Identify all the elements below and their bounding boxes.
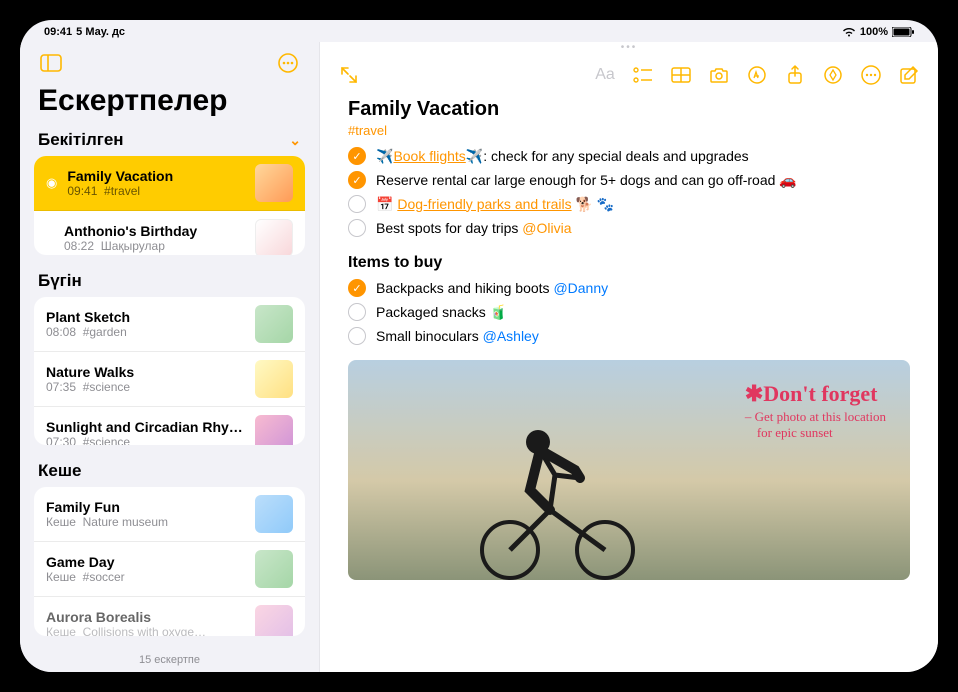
- checklist-item[interactable]: Small binoculars @Ashley: [348, 324, 910, 348]
- more-icon[interactable]: [856, 60, 886, 90]
- note-sub: 08:08 #garden: [46, 325, 245, 339]
- note-title: Aurora Borealis: [46, 609, 245, 625]
- note-title: Sunlight and Circadian Rhy…: [46, 419, 245, 435]
- note-sub: 07:35 #science: [46, 380, 245, 394]
- note-thumbnail: [255, 605, 293, 636]
- note-thumbnail: [255, 495, 293, 533]
- section-yesterday-header[interactable]: Кеше: [20, 457, 319, 483]
- note-item-family-vacation[interactable]: ◉ Family Vacation 09:41 #travel: [34, 156, 305, 211]
- note-sub: Кеше #soccer: [46, 570, 245, 584]
- checklist-text: Packaged snacks 🧃: [376, 304, 507, 321]
- text-format-icon[interactable]: Aa: [590, 60, 620, 90]
- chevron-down-icon: ⌄: [289, 132, 301, 149]
- share-icon[interactable]: [780, 60, 810, 90]
- compose-icon[interactable]: [894, 60, 924, 90]
- status-date: 5 Мау. дс: [76, 26, 125, 38]
- note-image[interactable]: ✱Don't forget – Get photo at this locati…: [348, 360, 910, 580]
- note-title: Plant Sketch: [46, 309, 245, 325]
- check-circle-icon[interactable]: ✓: [348, 279, 366, 297]
- note-thumbnail: [255, 219, 293, 255]
- sidebar-footer: 15 ескертпе: [20, 648, 319, 672]
- check-circle-icon[interactable]: [348, 195, 366, 213]
- note-body[interactable]: Family Vacation #travel ✓ ✈️Book flights…: [320, 98, 938, 672]
- note-sub: 08:22 Шақырулар: [64, 239, 245, 253]
- note-item[interactable]: Sunlight and Circadian Rhy… 07:30 #scien…: [34, 407, 305, 446]
- note-thumbnail: [255, 164, 293, 202]
- note-title: Nature Walks: [46, 364, 245, 380]
- note-item-anthonios-birthday[interactable]: Anthonio's Birthday 08:22 Шақырулар: [34, 211, 305, 255]
- check-circle-icon[interactable]: [348, 303, 366, 321]
- note-heading: Family Vacation: [348, 98, 910, 121]
- sidebar-title: Ескертпелер: [20, 80, 319, 126]
- handwritten-annotation: ✱Don't forget – Get photo at this locati…: [745, 380, 886, 442]
- sidebar: Ескертпелер Бекітілген ⌄ ◉ Family Vacati…: [20, 42, 320, 672]
- section-pinned-label: Бекітілген: [38, 130, 124, 150]
- note-title: Game Day: [46, 554, 245, 570]
- section-pinned-header[interactable]: Бекітілген ⌄: [20, 126, 319, 152]
- sidebar-toggle-icon[interactable]: [38, 50, 64, 76]
- camera-icon[interactable]: [704, 60, 734, 90]
- checklist-text: Small binoculars @Ashley: [376, 328, 539, 344]
- note-tag[interactable]: #travel: [348, 123, 910, 138]
- lock-icon[interactable]: [818, 60, 848, 90]
- cyclist-silhouette-icon: [460, 400, 660, 580]
- status-bar: 09:41 5 Мау. дс 100%: [20, 20, 938, 42]
- markup-icon[interactable]: [742, 60, 772, 90]
- check-circle-icon[interactable]: ✓: [348, 171, 366, 189]
- note-item[interactable]: Family Fun Кеше Nature museum: [34, 487, 305, 542]
- note-title: Family Fun: [46, 499, 245, 515]
- checklist-icon[interactable]: [628, 60, 658, 90]
- checklist-item[interactable]: ✓ Backpacks and hiking boots @Danny: [348, 276, 910, 300]
- checklist-item[interactable]: Packaged snacks 🧃: [348, 300, 910, 324]
- note-thumbnail: [255, 550, 293, 588]
- battery-pct: 100%: [860, 26, 888, 38]
- pin-icon: ◉: [46, 175, 57, 191]
- note-sub: 07:30 #science: [46, 435, 245, 446]
- section-yesterday-label: Кеше: [38, 461, 81, 481]
- checklist-item[interactable]: ✓ ✈️Book flights✈️: check for any specia…: [348, 144, 910, 168]
- section-today-header[interactable]: Бүгін: [20, 267, 319, 293]
- note-thumbnail: [255, 415, 293, 446]
- note-sub: Кеше Nature museum: [46, 515, 245, 529]
- checklist-text: ✈️Book flights✈️: check for any special …: [376, 148, 749, 165]
- note-item[interactable]: Game Day Кеше #soccer: [34, 542, 305, 597]
- main-toolbar: Aa: [320, 54, 938, 98]
- note-subheading: Items to buy: [348, 254, 910, 272]
- main-panel: ••• Aa: [320, 42, 938, 672]
- checklist-text: Reserve rental car large enough for 5+ d…: [376, 172, 797, 189]
- expand-icon[interactable]: [334, 60, 364, 90]
- note-title: Anthonio's Birthday: [64, 223, 245, 239]
- status-time: 09:41: [44, 26, 72, 38]
- note-thumbnail: [255, 360, 293, 398]
- section-today-label: Бүгін: [38, 271, 82, 291]
- checklist-item[interactable]: 📅 Dog-friendly parks and trails 🐕 🐾: [348, 192, 910, 216]
- more-options-icon[interactable]: [275, 50, 301, 76]
- battery-icon: [892, 27, 914, 37]
- note-item[interactable]: Nature Walks 07:35 #science: [34, 352, 305, 407]
- note-item[interactable]: Aurora Borealis Кеше Collisions with oxy…: [34, 597, 305, 636]
- note-sub: Кеше Collisions with oxyge…: [46, 625, 245, 636]
- checklist-item[interactable]: ✓ Reserve rental car large enough for 5+…: [348, 168, 910, 192]
- check-circle-icon[interactable]: [348, 327, 366, 345]
- checklist-text: Best spots for day trips @Olivia: [376, 220, 572, 236]
- checklist-item[interactable]: Best spots for day trips @Olivia: [348, 216, 910, 240]
- table-icon[interactable]: [666, 60, 696, 90]
- checklist-text: Backpacks and hiking boots @Danny: [376, 280, 608, 296]
- wifi-icon: [842, 27, 856, 37]
- multitask-dots-icon[interactable]: •••: [320, 42, 938, 54]
- check-circle-icon[interactable]: ✓: [348, 147, 366, 165]
- check-circle-icon[interactable]: [348, 219, 366, 237]
- checklist-text: 📅 Dog-friendly parks and trails 🐕 🐾: [376, 196, 614, 213]
- note-thumbnail: [255, 305, 293, 343]
- note-item[interactable]: Plant Sketch 08:08 #garden: [34, 297, 305, 352]
- note-sub: 09:41 #travel: [67, 184, 245, 198]
- note-title: Family Vacation: [67, 168, 245, 184]
